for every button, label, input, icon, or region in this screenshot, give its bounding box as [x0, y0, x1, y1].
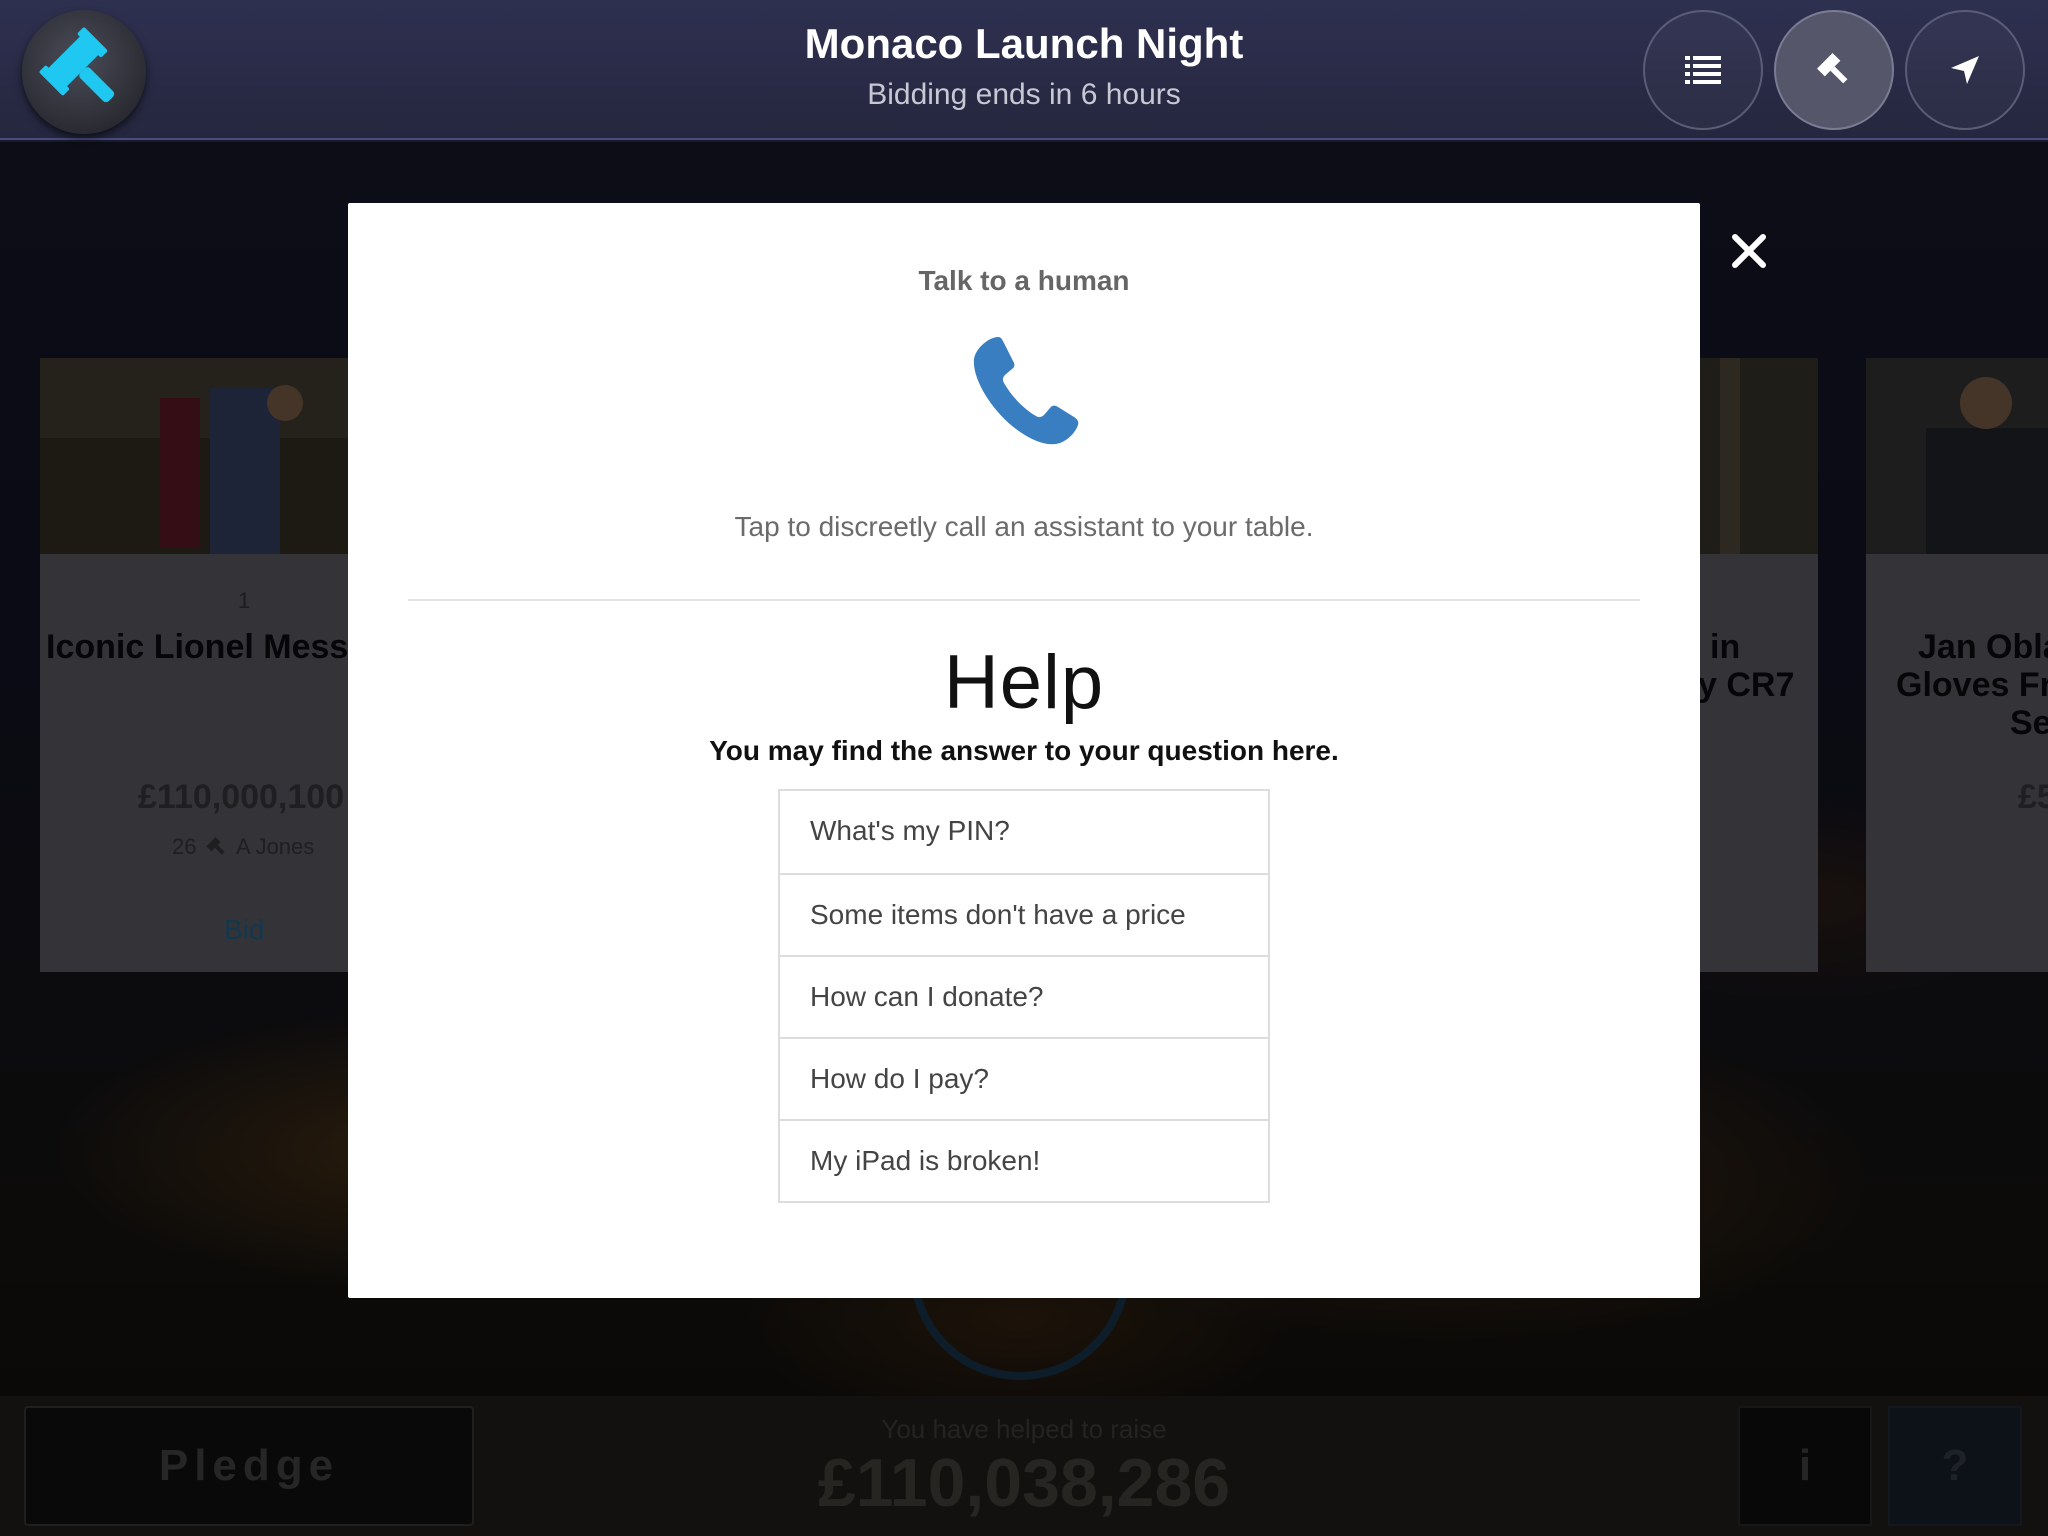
gavel-icon [1817, 53, 1848, 84]
close-button[interactable] [1724, 226, 1774, 276]
list-icon [1685, 56, 1721, 84]
app-header: Monaco Launch Night Bidding ends in 6 ho… [0, 0, 2048, 140]
auction-view-button[interactable] [1774, 10, 1894, 130]
faq-item-ipad-broken[interactable]: My iPad is broken! [780, 1119, 1268, 1201]
close-icon [1732, 234, 1766, 268]
location-arrow-icon [1951, 56, 1979, 84]
faq-item-donate[interactable]: How can I donate? [780, 955, 1268, 1037]
list-view-button[interactable] [1643, 10, 1763, 130]
location-button[interactable] [1905, 10, 2025, 130]
help-subheading: You may find the answer to your question… [709, 735, 1339, 766]
phone-icon [973, 337, 1079, 445]
talk-to-human-title: Talk to a human [918, 265, 1130, 296]
help-modal: Talk to a human Tap to discreetly call a… [348, 203, 1700, 1298]
faq-list: What's my PIN? Some items don't have a p… [778, 789, 1270, 1203]
talk-to-human-description: Tap to discreetly call an assistant to y… [734, 511, 1314, 542]
faq-item-pay[interactable]: How do I pay? [780, 1037, 1268, 1119]
call-assistant-button[interactable] [968, 333, 1084, 454]
faq-item-pin[interactable]: What's my PIN? [780, 791, 1268, 873]
faq-item-no-price[interactable]: Some items don't have a price [780, 873, 1268, 955]
help-heading: Help [943, 640, 1105, 725]
section-divider [408, 599, 1640, 601]
